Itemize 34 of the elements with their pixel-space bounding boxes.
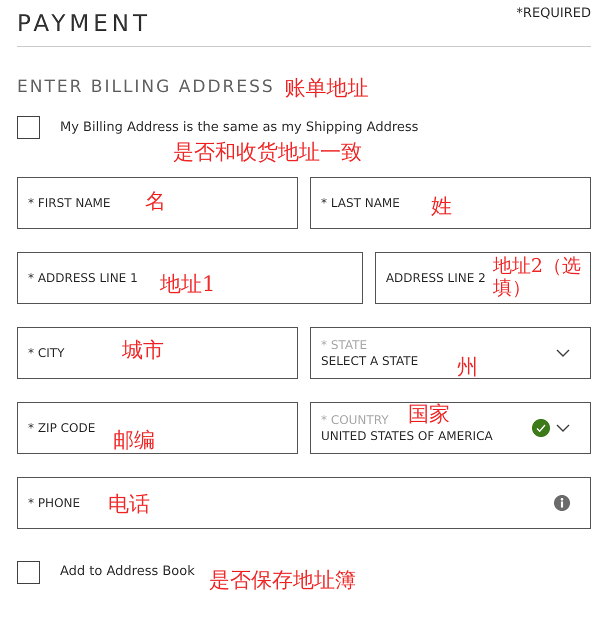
- chevron-down-icon: [556, 349, 570, 357]
- annotation: 账单地址: [284, 74, 369, 102]
- select-value: UNITED STATES OF AMERICA: [321, 428, 493, 444]
- annotation: 是否和收货地址一致: [173, 140, 362, 164]
- annotation: 邮编: [113, 428, 155, 452]
- annotation: 城市: [122, 338, 164, 362]
- section-title: ENTER BILLING ADDRESS: [17, 76, 275, 98]
- annotation: 是否保存地址簿: [208, 567, 356, 594]
- checkbox-label: Add to Address Book: [60, 563, 195, 581]
- checkbox[interactable]: [17, 561, 40, 584]
- info-icon[interactable]: [554, 495, 570, 511]
- annotation: 国家: [408, 402, 450, 426]
- field-label: * ZIP CODE: [28, 420, 96, 437]
- checkmark-icon: [532, 419, 550, 437]
- field-label: * COUNTRY: [321, 412, 389, 428]
- field-label: * FIRST NAME: [28, 195, 110, 212]
- annotation: 地址2（选填）: [492, 255, 582, 299]
- field-label: * LAST NAME: [321, 195, 400, 212]
- checkbox[interactable]: [17, 116, 40, 139]
- annotation: 姓: [431, 194, 452, 218]
- checkbox-label: My Billing Address is the same as my Shipping Address: [60, 118, 418, 137]
- page-title: PAYMENT: [17, 10, 152, 38]
- select-value: SELECT A STATE: [321, 352, 418, 368]
- annotation: 电话: [108, 492, 150, 516]
- annotation: 州: [457, 355, 478, 379]
- field-label: * ADDRESS LINE 1: [28, 270, 138, 287]
- field-label: * CITY: [28, 345, 64, 362]
- annotation: 名: [145, 189, 166, 213]
- field-label: * PHONE: [28, 495, 80, 512]
- annotation: 地址1: [160, 272, 216, 296]
- field-label: * STATE: [321, 338, 368, 352]
- chevron-down-icon: [556, 424, 570, 432]
- field-label: ADDRESS LINE 2: [386, 270, 486, 287]
- required-note: *REQUIRED: [516, 5, 591, 23]
